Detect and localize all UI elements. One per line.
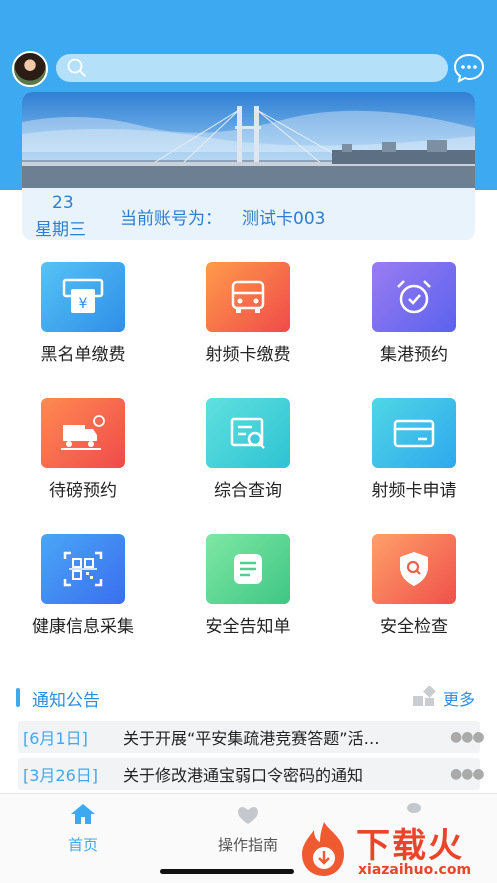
- grid-item-label: 待磅预约: [49, 481, 117, 501]
- tab-home-label: 首页: [67, 836, 98, 854]
- grid-item-label: 黑名单缴费: [40, 345, 126, 365]
- watermark-url: xiazaihuo.com: [358, 862, 472, 878]
- notice-item[interactable]: [6月1日] 关于开展“平安集疏港竞赛答题”活… ●●●: [18, 721, 485, 753]
- notice-title: 通知公告: [32, 691, 100, 711]
- more-dots-icon[interactable]: ●●●: [450, 766, 485, 782]
- account-label: 当前账号为：: [120, 209, 222, 229]
- tab-home[interactable]: 首页: [33, 802, 133, 855]
- banner-card[interactable]: 23 星期三 当前账号为： 测试卡003: [22, 92, 475, 240]
- home-icon: [71, 804, 95, 824]
- watermark: 下载火 xiazaihuo.com: [296, 818, 496, 883]
- yen-card-icon: ¥: [41, 262, 125, 332]
- notice-date: [6月1日]: [23, 729, 88, 748]
- document-search-icon: [206, 398, 290, 468]
- notice-text: 关于开展“平安集疏港竞赛答题”活…: [123, 729, 380, 748]
- grid-item-weighing-reservation[interactable]: 待磅预约: [8, 398, 158, 501]
- grid-item-safety-notice[interactable]: 安全告知单: [173, 534, 323, 637]
- grid-item-safety-inspection[interactable]: 安全检查: [339, 534, 489, 637]
- grid-item-label: 射频卡缴费: [205, 345, 291, 365]
- grid-item-label: 综合查询: [214, 481, 282, 501]
- home-indicator: [160, 869, 294, 874]
- svg-text:¥: ¥: [79, 296, 88, 312]
- more-dots-icon[interactable]: ●●●: [450, 729, 485, 745]
- grid-item-label: 安全检查: [380, 617, 448, 637]
- grid-item-rf-card-payment[interactable]: 射频卡缴费: [173, 262, 323, 365]
- search-bar[interactable]: [56, 54, 448, 82]
- notice-text: 关于修改港通宝弱口令密码的通知: [123, 766, 364, 785]
- shield-search-icon: [372, 534, 456, 604]
- search-input[interactable]: [94, 60, 448, 76]
- grid-item-label: 射频卡申请: [371, 481, 457, 501]
- avatar[interactable]: [12, 51, 48, 87]
- notice-header: 通知公告 更多: [16, 686, 486, 711]
- notice-accent-bar: [16, 688, 20, 707]
- grid-item-general-query[interactable]: 综合查询: [173, 398, 323, 501]
- grid-item-label: 集港预约: [380, 345, 448, 365]
- grid-item-blacklist-payment[interactable]: ¥ 黑名单缴费: [8, 262, 158, 365]
- note-icon: [206, 534, 290, 604]
- truck-scale-icon: [41, 398, 125, 468]
- watermark-text: 下载火: [356, 826, 464, 866]
- truck-front-icon: [206, 262, 290, 332]
- grid-item-rf-card-application[interactable]: 射频卡申请: [339, 398, 489, 501]
- grid-more-icon[interactable]: [412, 686, 436, 708]
- flame-logo-icon: [302, 822, 344, 876]
- tab-guide[interactable]: 操作指南: [198, 802, 298, 855]
- grid-item-port-reservation[interactable]: 集港预约: [339, 262, 489, 365]
- grid-item-label: 安全告知单: [205, 617, 291, 637]
- grid-item-label: 健康信息采集: [32, 617, 134, 637]
- port-bridge-image: [22, 92, 475, 188]
- more-link[interactable]: 更多: [443, 686, 475, 710]
- message-icon[interactable]: [453, 53, 485, 83]
- card-icon: [372, 398, 456, 468]
- notice-date: [3月26日]: [23, 766, 99, 785]
- notice-item[interactable]: [3月26日] 关于修改港通宝弱口令密码的通知 ●●●: [18, 758, 485, 790]
- account-value: 测试卡003: [242, 209, 326, 229]
- grid-item-health-info[interactable]: 健康信息采集: [8, 534, 158, 637]
- handshake-icon: [238, 807, 258, 824]
- alarm-clock-icon: [372, 262, 456, 332]
- date-day: 23: [52, 193, 74, 213]
- search-icon: [67, 58, 86, 77]
- qr-code-icon: [41, 534, 125, 604]
- tab-guide-label: 操作指南: [217, 836, 278, 854]
- date-weekday: 星期三: [35, 220, 86, 240]
